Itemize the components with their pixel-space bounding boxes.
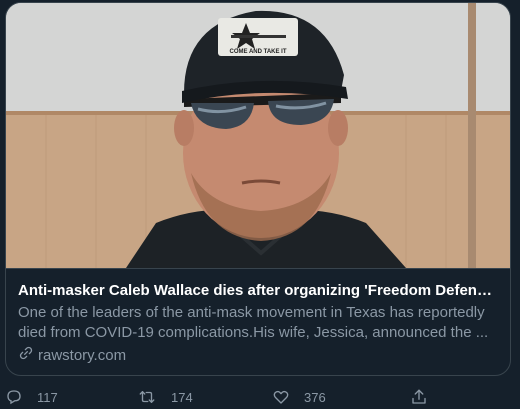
share-icon bbox=[410, 388, 428, 406]
card-domain[interactable]: rawstory.com bbox=[18, 345, 498, 367]
card-domain-text: rawstory.com bbox=[38, 347, 127, 364]
reply-count: 117 bbox=[37, 389, 58, 405]
like-icon bbox=[272, 388, 290, 406]
card-photo: COME AND TAKE IT bbox=[6, 3, 510, 268]
reply-icon bbox=[5, 388, 23, 406]
card-info[interactable]: Anti-masker Caleb Wallace dies after org… bbox=[6, 268, 510, 375]
retweet-count: 174 bbox=[171, 389, 193, 405]
retweet-icon bbox=[137, 388, 157, 406]
tweet: COME AND TAKE IT Anti-masker Caleb Walla… bbox=[0, 0, 520, 409]
link-preview-card[interactable]: COME AND TAKE IT Anti-masker Caleb Walla… bbox=[5, 2, 511, 376]
reply-button[interactable]: 117 bbox=[5, 388, 58, 406]
card-description: One of the leaders of the anti-mask move… bbox=[18, 303, 496, 343]
link-icon bbox=[18, 345, 34, 367]
retweet-button[interactable]: 174 bbox=[137, 388, 193, 406]
tweet-actions: 117 174 376 bbox=[5, 386, 445, 408]
hat-text: COME AND TAKE IT bbox=[230, 49, 287, 55]
card-title[interactable]: Anti-masker Caleb Wallace dies after org… bbox=[18, 281, 496, 301]
card-image[interactable]: COME AND TAKE IT bbox=[6, 3, 510, 268]
share-button[interactable] bbox=[410, 388, 428, 406]
like-button[interactable]: 376 bbox=[272, 388, 326, 406]
card-description-line-2: died from COVID-19 complications.His wif… bbox=[18, 324, 489, 341]
like-count: 376 bbox=[304, 389, 326, 405]
card-description-line-1: One of the leaders of the anti-mask move… bbox=[18, 304, 485, 321]
